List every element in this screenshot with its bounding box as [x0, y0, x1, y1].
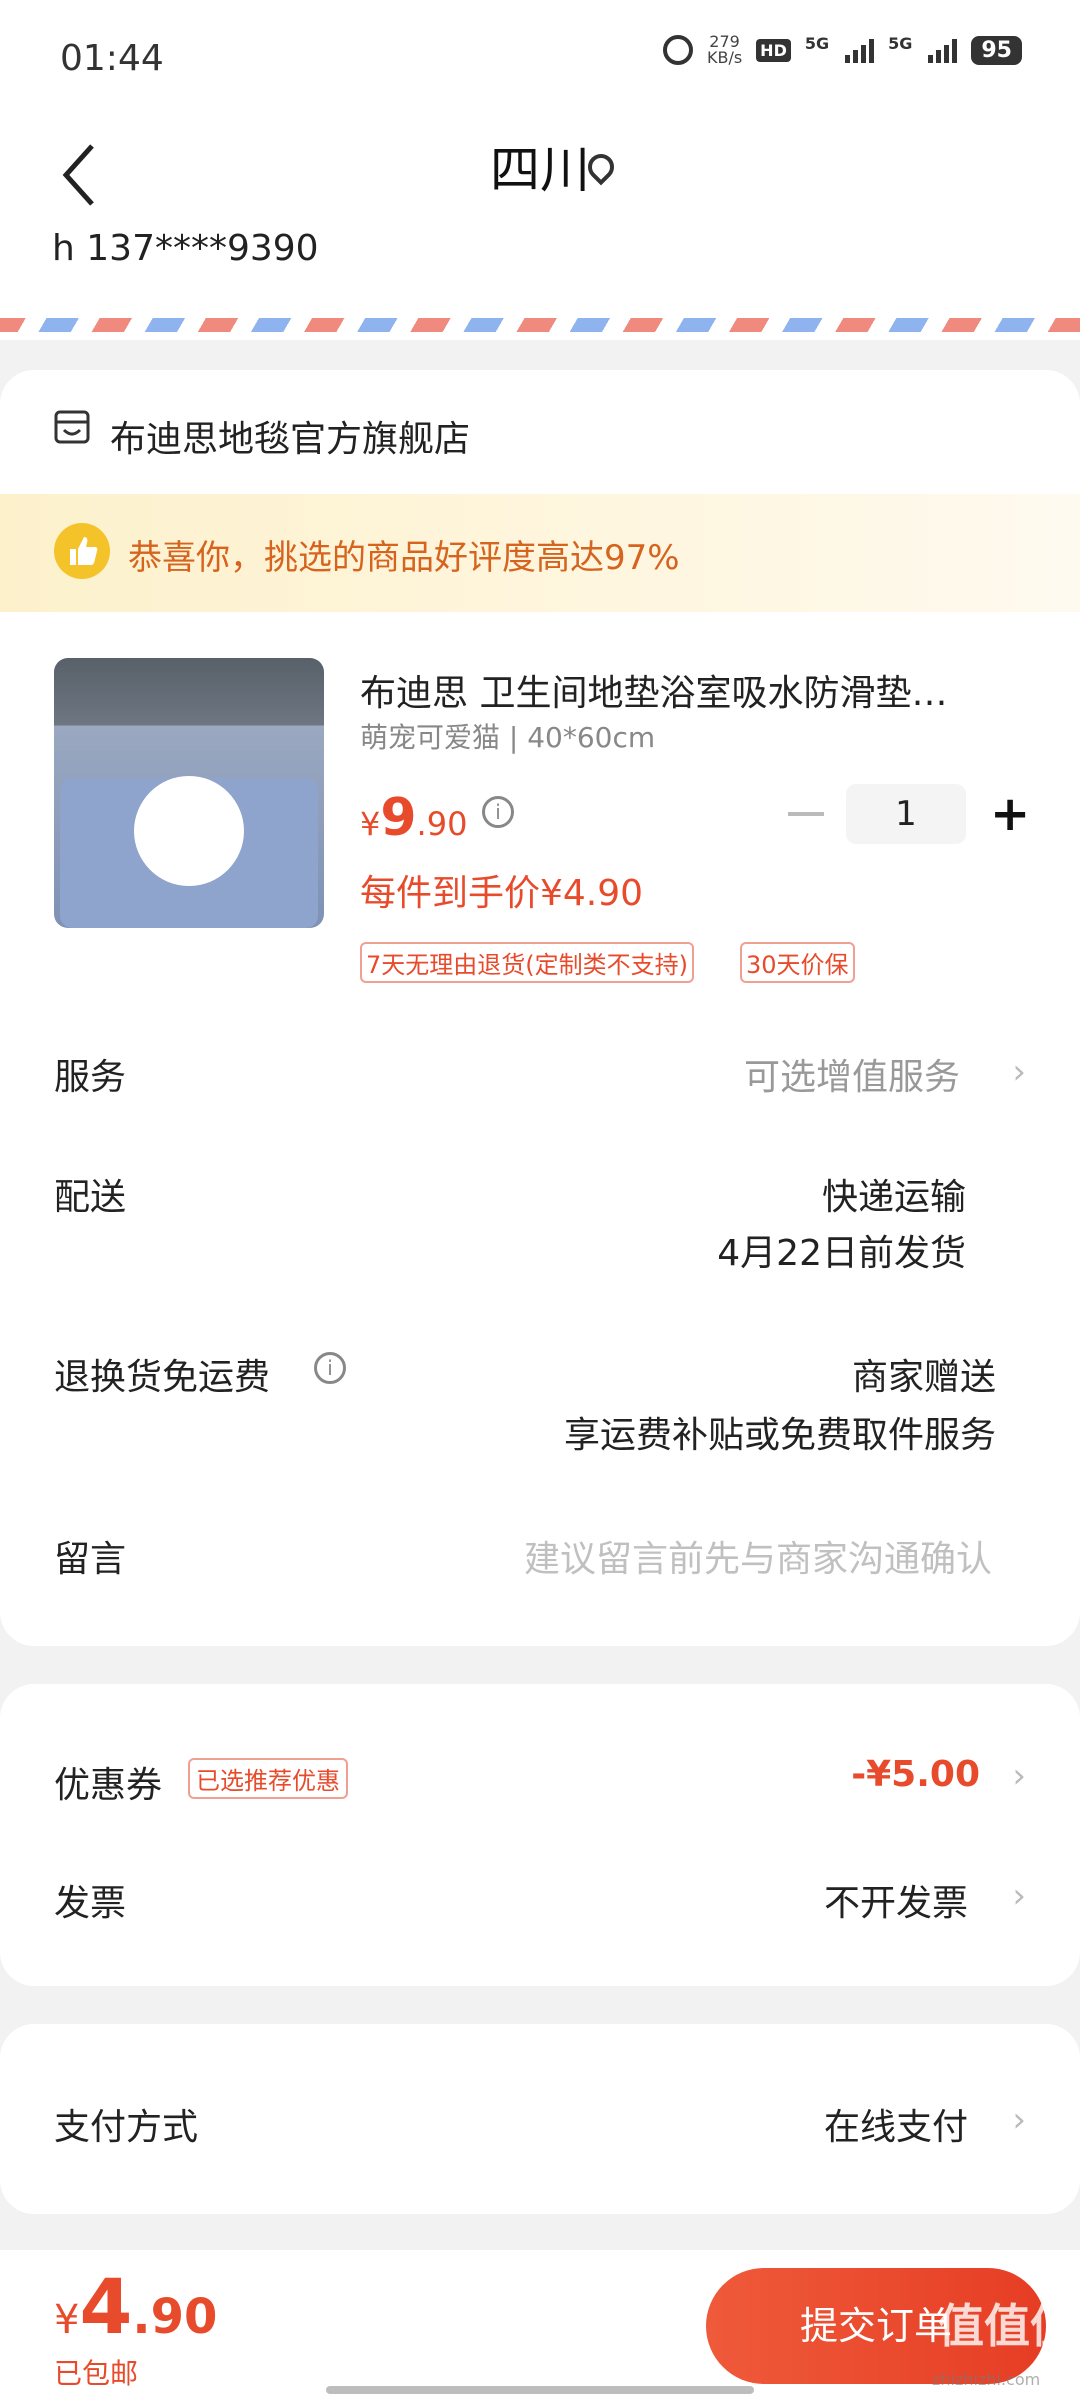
network-speed-unit: KB/s	[706, 48, 743, 67]
total-decimal: .90	[132, 2289, 218, 2345]
shipping-note: 已包邮	[54, 2357, 139, 2390]
envelope-stripe	[0, 318, 1080, 332]
message-input[interactable]: 建议留言前先与商家沟通确认	[524, 1530, 992, 1582]
return-value: 商家赠送	[851, 1357, 996, 1398]
return-detail: 享运费补贴或免费取件服务	[563, 1415, 996, 1456]
battery-icon: 95	[971, 35, 1022, 65]
message-label: 留言	[54, 1539, 127, 1580]
service-label: 服务	[54, 1057, 127, 1098]
total-symbol: ¥	[54, 2297, 80, 2343]
chevron-right-icon[interactable]: ›	[1012, 1876, 1026, 1916]
thumbs-up-icon	[54, 523, 110, 579]
total-price: ¥4.90	[54, 2262, 217, 2351]
quantity-field[interactable]: 1	[846, 784, 966, 844]
region-title: 四川	[490, 141, 590, 199]
chevron-right-icon[interactable]: ›	[1012, 1756, 1026, 1796]
discount-card	[0, 1684, 1080, 1986]
status-time: 01:44	[60, 38, 164, 79]
signal-icon	[928, 37, 958, 63]
promo-text: 恭喜你，挑选的商品好评度高达97%	[128, 538, 680, 578]
signal-icon	[845, 37, 875, 63]
service-value[interactable]: 可选增值服务	[744, 1048, 960, 1100]
coupon-label: 优惠券	[54, 1765, 163, 1806]
home-indicator[interactable]	[326, 2386, 754, 2394]
payment-value[interactable]: 在线支付	[824, 2098, 968, 2150]
decrease-quantity-button[interactable]	[788, 812, 824, 816]
sim1-network-type: 5G	[804, 34, 830, 53]
status-icons: 279 KB/s HD 5G 5G 95	[662, 34, 1022, 66]
product-price: ¥9.90	[360, 788, 467, 848]
return-info-icon[interactable]: i	[314, 1352, 346, 1384]
chevron-right-icon[interactable]: ›	[1012, 1052, 1026, 1092]
price-symbol: ¥	[360, 805, 381, 843]
delivery-label: 配送	[54, 1177, 127, 1218]
payment-label: 支付方式	[54, 2107, 199, 2148]
product-title[interactable]: 布迪思 卫生间地垫浴室吸水防滑垫…	[360, 664, 1000, 716]
page-title: 四川	[0, 130, 1080, 202]
delivery-method[interactable]: 快递运输	[822, 1168, 966, 1220]
product-spec[interactable]: 萌宠可爱猫 | 40*60cm	[360, 716, 655, 756]
hd-voice-icon: HD	[756, 38, 791, 62]
delivery-date: 4月22日前发货	[717, 1233, 966, 1274]
recipient-phone[interactable]: h 137****9390	[52, 228, 319, 269]
sim2-network-type: 5G	[888, 34, 913, 53]
invoice-label: 发票	[54, 1883, 127, 1924]
watermark-logo: 值值值	[938, 2299, 1076, 2353]
price-decimal: .90	[416, 805, 468, 843]
total-integer: 4	[79, 2262, 133, 2351]
increase-quantity-button[interactable]: +	[990, 790, 1030, 838]
deal-price: 每件到手价¥4.90	[360, 873, 644, 914]
invoice-value[interactable]: 不开发票	[824, 1874, 968, 1926]
price-integer: 9	[380, 788, 417, 848]
chevron-right-icon[interactable]: ›	[1012, 2100, 1026, 2140]
coupon-badge: 已选推荐优惠	[188, 1758, 348, 1799]
network-speed: 279 KB/s	[707, 34, 742, 66]
alarm-icon	[662, 35, 693, 65]
price-info-icon[interactable]: i	[482, 796, 514, 828]
price-protection-tag: 30天价保	[740, 942, 855, 983]
watermark-url: zhizhizhi.com	[932, 2370, 1041, 2389]
store-icon	[54, 410, 90, 444]
store-name[interactable]: 布迪思地毯官方旗舰店	[110, 410, 470, 462]
return-label: 退换货免运费	[54, 1357, 271, 1398]
product-image[interactable]	[54, 658, 324, 928]
coupon-value[interactable]: -¥5.00	[851, 1754, 980, 1795]
return-policy-tag: 7天无理由退货(定制类不支持)	[360, 942, 694, 983]
